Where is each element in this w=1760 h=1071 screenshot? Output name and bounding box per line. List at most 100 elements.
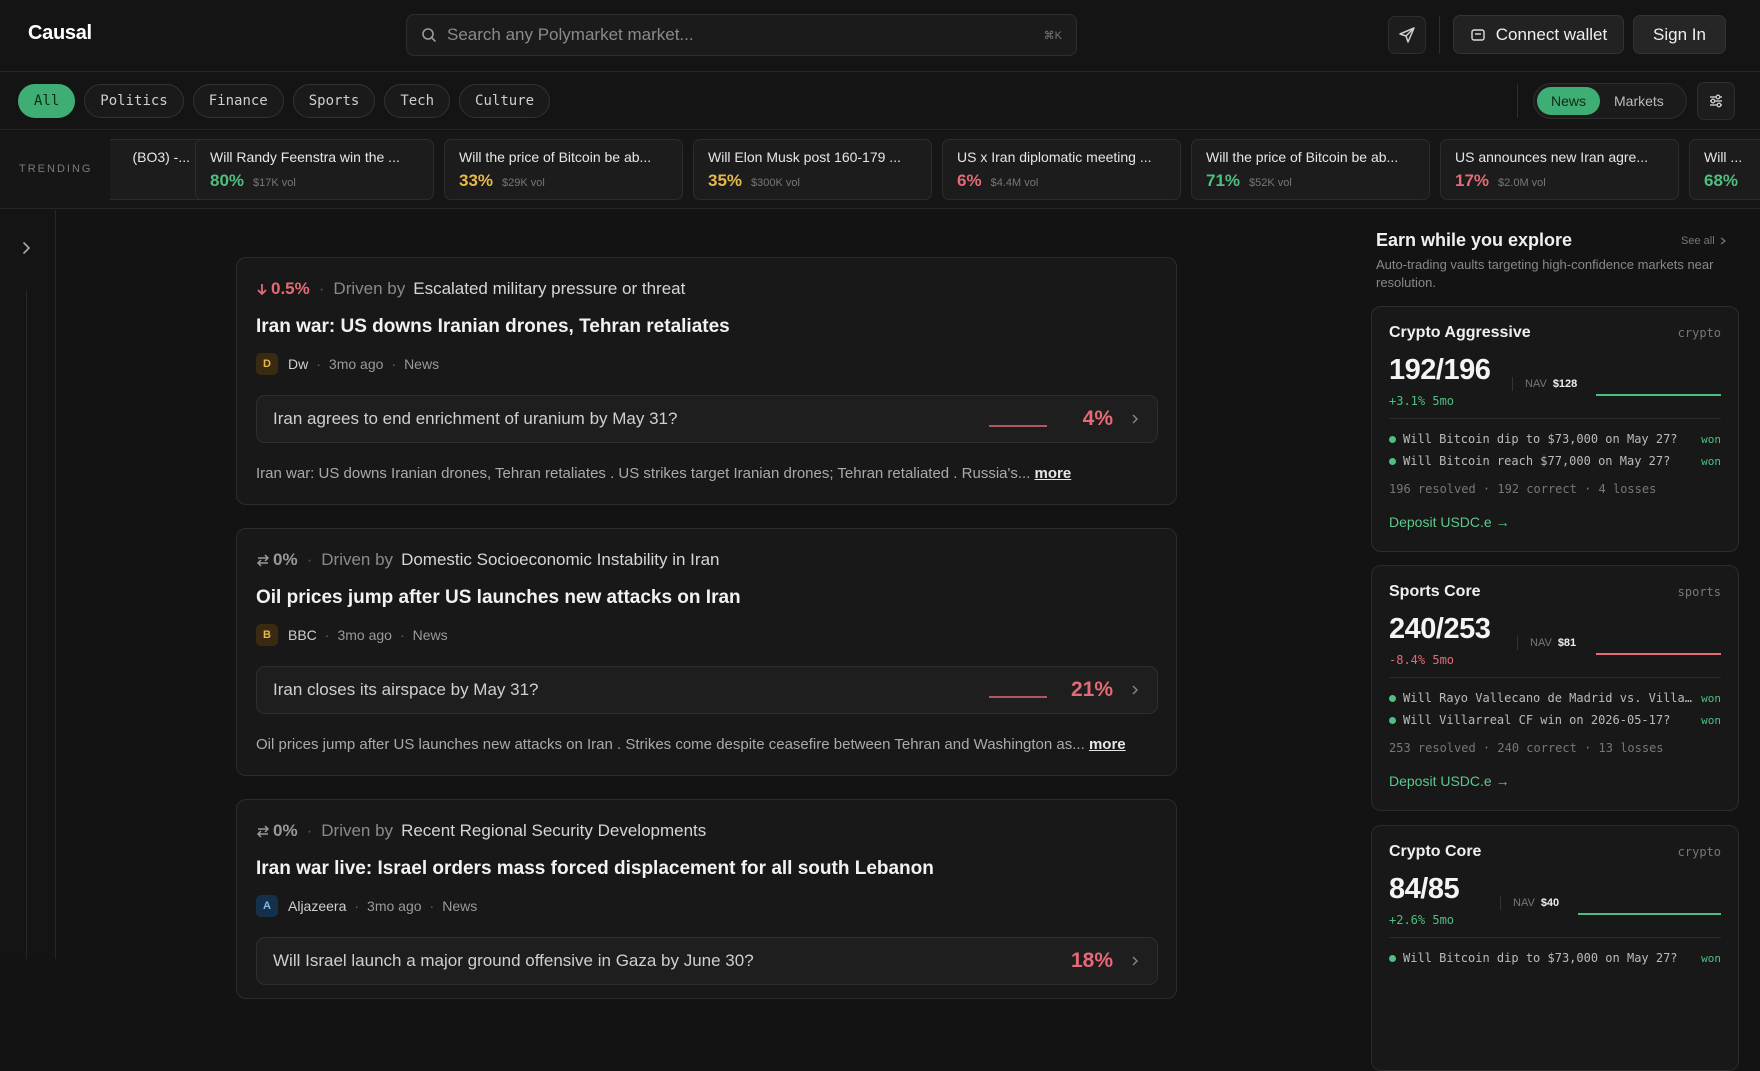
vault-trade: Will Rayo Vallecano de Madrid vs. Villar… xyxy=(1389,691,1721,705)
source-avatar: A xyxy=(256,895,278,917)
news-title[interactable]: Iran war live: Israel orders mass forced… xyxy=(256,858,934,880)
trending-vol: $4.4M vol xyxy=(990,177,1039,189)
trade-result: won xyxy=(1701,454,1721,468)
filter-settings-button[interactable] xyxy=(1697,82,1735,120)
toggle-news[interactable]: News xyxy=(1537,87,1601,115)
trending-question: Will the price of Bitcoin be ab... xyxy=(459,149,652,165)
trending-vol: $52K vol xyxy=(1249,177,1292,189)
see-all-link[interactable]: See all xyxy=(1681,235,1727,247)
trending-vol: $300K vol xyxy=(751,177,800,189)
delta-badge: 0.5% xyxy=(256,279,310,299)
left-rail xyxy=(0,210,56,959)
delta-value: 0.5% xyxy=(271,279,310,298)
view-toggle: News Markets xyxy=(1533,83,1687,119)
trending-card[interactable]: Will ... 68% xyxy=(1689,139,1760,200)
sparkline xyxy=(989,696,1047,698)
trending-prob: 33% xyxy=(459,171,494,190)
trending-card[interactable]: Will Randy Feenstra win the ... 80% $17K … xyxy=(195,139,434,200)
top-bar: Causal ⌘K Connect wallet Sign In xyxy=(0,0,1760,72)
vault-divider xyxy=(1389,418,1721,419)
nav-label: NAV xyxy=(1525,378,1547,390)
rail-line xyxy=(26,290,27,959)
search-input[interactable] xyxy=(447,25,1044,45)
vault-category: sports xyxy=(1677,585,1721,599)
deposit-link[interactable]: Deposit USDC.e → xyxy=(1389,514,1510,530)
trending-card[interactable]: Will the price of Bitcoin be ab... 71% $5… xyxy=(1191,139,1430,200)
news-card[interactable]: 0% · Driven by Domestic Socioeconomic In… xyxy=(236,528,1177,776)
vault-trade: Will Bitcoin dip to $73,000 on May 27? wo… xyxy=(1389,432,1721,446)
driver-text: Escalated military pressure or threat xyxy=(413,279,686,298)
chip-tech[interactable]: Tech xyxy=(384,84,451,118)
filter-bar: All Politics Finance Sports Tech Culture… xyxy=(0,72,1760,130)
linked-market[interactable]: Will Israel launch a major ground offens… xyxy=(256,937,1158,985)
news-type: News xyxy=(442,898,478,914)
vault-return: +2.6% 5mo xyxy=(1389,913,1455,927)
toggle-markets[interactable]: Markets xyxy=(1600,87,1678,115)
wallet-icon xyxy=(1471,28,1485,41)
market-question: Iran agrees to end enrichment of uranium… xyxy=(273,409,678,428)
arrow-down-icon xyxy=(257,284,267,296)
connect-wallet-button[interactable]: Connect wallet xyxy=(1453,15,1624,54)
trending-vol: $29K vol xyxy=(502,177,545,189)
vault-card[interactable]: Crypto Aggressive crypto 192/196 NAV $128… xyxy=(1371,306,1739,552)
linked-market[interactable]: Iran closes its airspace by May 31? 21% xyxy=(256,666,1158,714)
trending-card[interactable]: US x Iran diplomatic meeting ... 6% $4.4M… xyxy=(942,139,1181,200)
vault-stats: 253 resolved · 240 correct · 13 losses xyxy=(1389,741,1664,755)
chevron-right-icon xyxy=(1132,685,1138,695)
vault-card[interactable]: Crypto Core crypto 84/85 NAV $40 +2.6% 5m… xyxy=(1371,825,1739,1071)
linked-market[interactable]: Iran agrees to end enrichment of uranium… xyxy=(256,395,1158,443)
vault-card[interactable]: Sports Core sports 240/253 NAV $81 -8.4% … xyxy=(1371,565,1739,811)
header-divider xyxy=(1439,16,1440,54)
chip-politics[interactable]: Politics xyxy=(84,84,184,118)
vault-nav: NAV $40 xyxy=(1500,896,1559,910)
chip-finance[interactable]: Finance xyxy=(192,84,284,118)
trending-card[interactable]: Will the price of Bitcoin be ab... 33% $2… xyxy=(444,139,683,200)
see-all-label: See all xyxy=(1681,235,1715,247)
source-name: Dw xyxy=(288,356,309,372)
vault-sparkline xyxy=(1578,913,1721,915)
driven-by-label: Driven by xyxy=(321,821,394,840)
chevron-right-icon[interactable] xyxy=(18,240,34,256)
more-link[interactable]: more xyxy=(1089,736,1126,753)
chevron-right-icon xyxy=(1720,237,1726,245)
trending-prob: 17% xyxy=(1455,171,1490,190)
trending-card[interactable]: US announces new Iran agre... 17% $2.0M v… xyxy=(1440,139,1679,200)
trending-label: TRENDING xyxy=(19,163,93,175)
vault-trade: Will Bitcoin dip to $73,000 on May 27? wo… xyxy=(1389,951,1721,965)
vault-score: 192/196 xyxy=(1389,354,1491,386)
chip-culture[interactable]: Culture xyxy=(459,84,551,118)
sign-in-button[interactable]: Sign In xyxy=(1633,15,1726,54)
vault-name: Sports Core xyxy=(1389,583,1481,600)
search-bar[interactable]: ⌘K xyxy=(406,14,1077,56)
trending-bar: TRENDING (BO3) -... Will Randy Feenstra … xyxy=(0,131,1760,209)
delta-badge: 0% xyxy=(256,821,298,841)
chip-all[interactable]: All xyxy=(18,84,76,118)
news-age: 3mo ago xyxy=(337,627,392,643)
news-title[interactable]: Oil prices jump after US launches new at… xyxy=(256,587,741,609)
news-title[interactable]: Iran war: US downs Iranian drones, Tehra… xyxy=(256,316,730,338)
search-shortcut: ⌘K xyxy=(1043,29,1062,42)
trade-result: won xyxy=(1701,713,1721,727)
market-question: Iran closes its airspace by May 31? xyxy=(273,680,539,699)
telegram-button[interactable] xyxy=(1388,16,1426,54)
source-name: BBC xyxy=(288,627,317,643)
source-name: Aljazeera xyxy=(288,898,347,914)
trending-prob: 6% xyxy=(957,171,982,190)
trending-question: Will the price of Bitcoin be ab... xyxy=(1206,149,1399,165)
vault-divider xyxy=(1389,677,1721,678)
news-card[interactable]: 0% · Driven by Recent Regional Security … xyxy=(236,799,1177,999)
vault-trade: Will Bitcoin reach $77,000 on May 27? won xyxy=(1389,454,1721,468)
chip-sports[interactable]: Sports xyxy=(292,84,376,118)
trending-card[interactable]: Will Elon Musk post 160-179 ... 35% $300K… xyxy=(693,139,932,200)
logo[interactable]: Causal xyxy=(28,22,92,45)
nav-value: $128 xyxy=(1552,378,1578,390)
news-card[interactable]: 0.5% · Driven by Escalated military pres… xyxy=(236,257,1177,505)
market-question: Will Israel launch a major ground offens… xyxy=(273,951,754,970)
delta-badge: 0% xyxy=(256,550,298,570)
more-link[interactable]: more xyxy=(1035,465,1072,482)
market-prob: 21% xyxy=(1070,678,1113,701)
deposit-link[interactable]: Deposit USDC.e → xyxy=(1389,773,1510,789)
vault-nav: NAV $81 xyxy=(1517,636,1576,650)
vault-return: +3.1% 5mo xyxy=(1389,394,1455,408)
trade-question: Will Rayo Vallecano de Madrid vs. Villar… xyxy=(1403,691,1693,705)
